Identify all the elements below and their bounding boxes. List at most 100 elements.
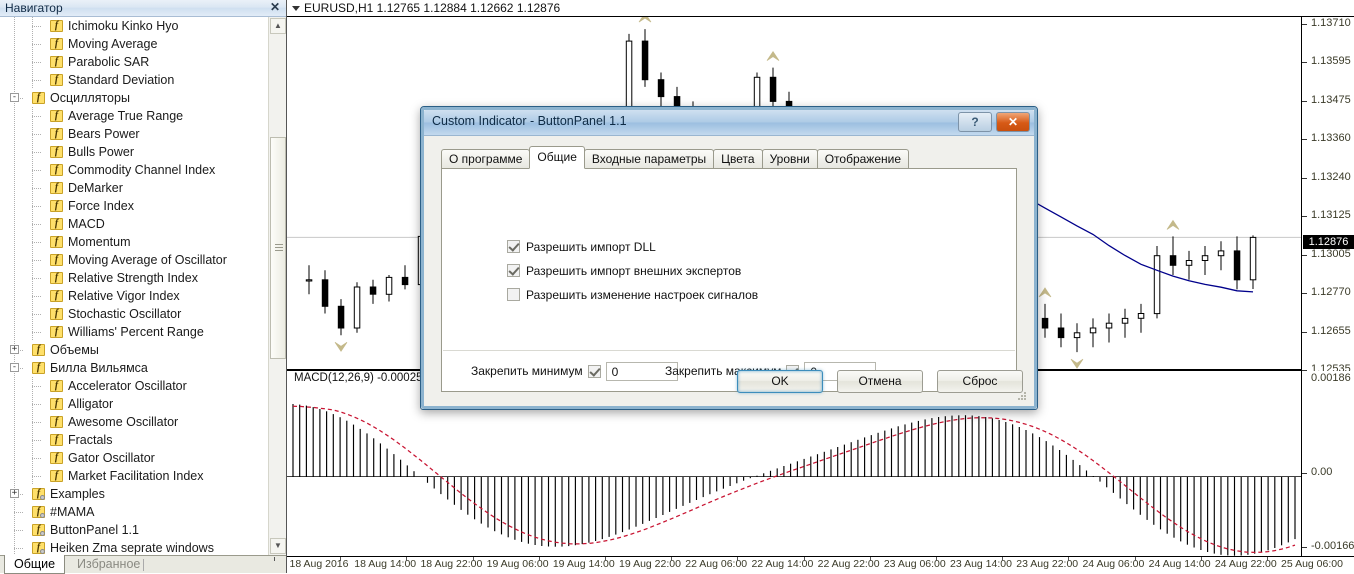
ok-button[interactable]: OK: [737, 370, 823, 393]
tree-item[interactable]: fHeiken Zma seprate windows: [0, 539, 268, 555]
axis-tick: [671, 557, 672, 561]
checkbox-allow-dll[interactable]: [507, 240, 520, 253]
dialog-tabpage: Разрешить импорт DLL Разрешить импорт вн…: [441, 168, 1017, 392]
price-tick-label: 1.13005: [1311, 248, 1351, 260]
scroll-up-icon[interactable]: ▲: [270, 18, 286, 34]
tab-obshchie[interactable]: Общие: [529, 146, 584, 169]
tree-item[interactable]: fMomentum: [0, 233, 268, 251]
tree-guide: [14, 161, 15, 179]
tree-item[interactable]: fButtonPanel 1.1: [0, 521, 268, 539]
macd-chart-pane[interactable]: [287, 388, 1301, 556]
dialog-titlebar[interactable]: Custom Indicator - ButtonPanel 1.1 ? ✕: [424, 110, 1034, 136]
tree-item[interactable]: fMoving Average of Oscillator: [0, 251, 268, 269]
tree-item[interactable]: fFractals: [0, 431, 268, 449]
tab-otobrazhenie[interactable]: Отображение: [817, 149, 909, 169]
axis-tick: [737, 557, 738, 561]
tab-izbrannoe[interactable]: Избранное: [68, 556, 149, 574]
tree-item[interactable]: fCommodity Channel Index: [0, 161, 268, 179]
tree-guide: [14, 287, 15, 305]
tree-guide: [14, 107, 15, 125]
tab-vhodnye-parametry[interactable]: Входные параметры: [584, 149, 714, 169]
axis-tick: [1302, 473, 1307, 474]
tree-item-label: Force Index: [68, 197, 134, 215]
tree-item-label: Examples: [50, 485, 105, 503]
tree-item[interactable]: fRelative Strength Index: [0, 269, 268, 287]
tree-expander[interactable]: +: [10, 345, 19, 354]
tree-item-label: Билла Вильямса: [50, 359, 148, 377]
tree-item-label: MACD: [68, 215, 105, 233]
tab-separator: [143, 559, 144, 571]
macd-axis[interactable]: 0.001860.00-0.001665: [1302, 371, 1354, 556]
tree-item[interactable]: +fОбъемы: [0, 341, 268, 359]
tree-item[interactable]: -fБилла Вильямса: [0, 359, 268, 377]
tab-urovni[interactable]: Уровни: [762, 149, 818, 169]
tree-item[interactable]: fBulls Power: [0, 143, 268, 161]
tab-o-programme[interactable]: О программе: [441, 149, 530, 169]
cancel-button[interactable]: Отмена: [837, 370, 923, 393]
axis-tick: [274, 557, 275, 561]
tree-item[interactable]: +fExamples: [0, 485, 268, 503]
indicator-icon: f: [50, 200, 63, 212]
tree-item[interactable]: f Relative Vigor Index: [0, 287, 268, 305]
checkbox-allow-dll-label: Разрешить импорт DLL: [526, 239, 656, 255]
tree-item[interactable]: fAccelerator Oscillator: [0, 377, 268, 395]
tree-item[interactable]: fAwesome Oscillator: [0, 413, 268, 431]
price-tick-label: 1.13240: [1311, 171, 1351, 183]
tree-item[interactable]: fDeMarker: [0, 179, 268, 197]
tree-item[interactable]: -fОсцилляторы: [0, 89, 268, 107]
tree-item[interactable]: fAlligator: [0, 395, 268, 413]
time-axis[interactable]: 18 Aug 201618 Aug 14:0018 Aug 22:0019 Au…: [287, 557, 1354, 573]
close-icon[interactable]: ✕: [268, 1, 282, 15]
scroll-down-icon[interactable]: ▼: [270, 538, 286, 554]
price-tick-label: 1.12655: [1311, 325, 1351, 337]
custom-indicator-dialog: Custom Indicator - ButtonPanel 1.1 ? ✕ О…: [420, 106, 1038, 410]
tree-expander[interactable]: -: [10, 93, 19, 102]
tree-item[interactable]: fStandard Deviation: [0, 71, 268, 89]
tree-item[interactable]: fIchimoku Kinko Hyo: [0, 17, 268, 35]
indicator-icon: f: [50, 326, 63, 338]
tree-guide: [32, 188, 41, 189]
tree-item[interactable]: fMarket Facilitation Index: [0, 467, 268, 485]
checkbox-allow-external-experts[interactable]: [507, 264, 520, 277]
tree-item[interactable]: fMoving Average: [0, 35, 268, 53]
tree-guide: [32, 80, 41, 81]
tree-item[interactable]: fGator Oscillator: [0, 449, 268, 467]
resize-grip-icon[interactable]: [1017, 391, 1027, 401]
tab-obshchie[interactable]: Общие: [4, 555, 65, 574]
navigator-scrollbar[interactable]: ▲ ▼: [268, 17, 286, 555]
tab-cveta[interactable]: Цвета: [713, 149, 762, 169]
tree-guide: [14, 233, 15, 251]
tree-guide: [14, 197, 15, 215]
indicator-icon: f: [50, 290, 63, 302]
indicator-icon: f: [50, 452, 63, 464]
tree-item-label: Bears Power: [68, 125, 140, 143]
price-axis[interactable]: 1.137101.135951.134751.133601.132401.131…: [1302, 17, 1354, 369]
tree-item[interactable]: fWilliams' Percent Range: [0, 323, 268, 341]
tree-item-label: Standard Deviation: [68, 71, 174, 89]
fix-scale-row: Закрепить минимум0 Закрепить максимум0: [443, 350, 1015, 390]
reset-button[interactable]: Сброс: [937, 370, 1023, 393]
tree-item[interactable]: fBears Power: [0, 125, 268, 143]
chart-symbol-label: EURUSD,H1 1.12765 1.12884 1.12662 1.1287…: [304, 1, 560, 15]
dialog-close-button[interactable]: ✕: [996, 112, 1030, 132]
tree-item[interactable]: f#MAMA: [0, 503, 268, 521]
tree-item[interactable]: fAverage True Range: [0, 107, 268, 125]
tree-expander[interactable]: +: [10, 489, 19, 498]
chevron-down-icon[interactable]: [292, 6, 300, 11]
tree-item-label: Relative Vigor Index: [68, 287, 180, 305]
scrollbar-thumb[interactable]: [270, 137, 286, 359]
tree-item[interactable]: f Force Index: [0, 197, 268, 215]
tree-item[interactable]: fStochastic Oscillator: [0, 305, 268, 323]
tree-guide: [32, 260, 41, 261]
tree-guide: [32, 440, 41, 441]
checkbox-allow-signal-settings[interactable]: [507, 288, 520, 301]
checkbox-fix-minimum[interactable]: [588, 365, 601, 378]
tree-expander[interactable]: -: [10, 363, 19, 372]
tree-item[interactable]: fMACD: [0, 215, 268, 233]
help-button[interactable]: ?: [958, 112, 992, 132]
tree-item[interactable]: fParabolic SAR: [0, 53, 268, 71]
price-tick-label: 1.13125: [1311, 209, 1351, 221]
indicator-tree[interactable]: fIchimoku Kinko HyofMoving AveragefParab…: [0, 17, 268, 555]
tree-item-label: Market Facilitation Index: [68, 467, 203, 485]
axis-tick: [1302, 62, 1307, 63]
